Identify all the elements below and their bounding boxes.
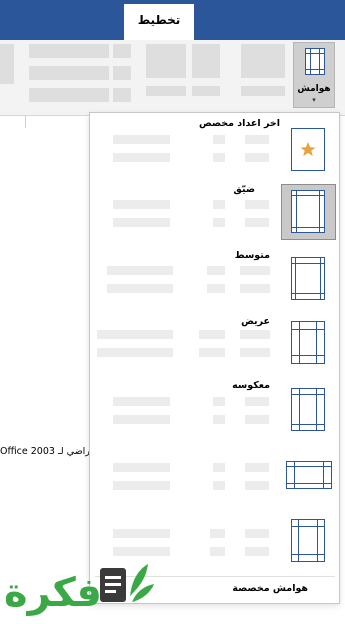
menu-item-detail xyxy=(213,200,225,209)
menu-item-detail xyxy=(245,463,269,472)
menu-item-detail xyxy=(213,153,225,162)
menu-item-detail xyxy=(240,348,270,357)
menu-item-detail xyxy=(207,266,225,275)
menu-item-detail xyxy=(97,348,173,357)
menu-item-detail xyxy=(245,415,269,424)
menu-item-detail xyxy=(113,415,170,424)
menu-item-detail xyxy=(113,463,170,472)
menu-item-detail xyxy=(245,200,269,209)
menu-item-detail xyxy=(107,266,173,275)
margins-icon xyxy=(305,48,325,75)
menu-item-detail xyxy=(113,200,170,209)
menu-item-detail xyxy=(210,529,225,538)
menu-item-detail xyxy=(240,284,270,293)
menu-item-detail xyxy=(245,397,269,406)
svg-text:فكرة: فكرة xyxy=(4,570,102,616)
menu-item-detail xyxy=(245,218,269,227)
menu-item-detail xyxy=(245,547,269,556)
ribbon-ghost-control xyxy=(113,66,131,80)
chevron-down-icon: ▾ xyxy=(312,96,316,104)
menu-item-detail xyxy=(245,153,269,162)
menu-item-detail xyxy=(107,284,173,293)
ruler-tick xyxy=(25,116,26,128)
mirrored-margins-icon xyxy=(291,388,325,431)
menu-item-detail xyxy=(213,218,225,227)
menu-item-detail xyxy=(210,547,225,556)
ribbon-ghost-control xyxy=(146,86,186,96)
menu-item-detail xyxy=(240,330,270,339)
ribbon-ghost-control xyxy=(241,44,285,78)
ribbon-ghost-control xyxy=(146,44,186,78)
menu-item-detail xyxy=(199,330,225,339)
menu-item-detail xyxy=(213,397,225,406)
ribbon-ghost-control xyxy=(192,44,220,78)
star-page-icon xyxy=(291,128,325,171)
menu-item-detail xyxy=(113,153,170,162)
ribbon-ghost-control xyxy=(29,88,109,102)
default-margins-icon xyxy=(291,519,325,562)
menu-item-detail xyxy=(113,397,170,406)
document-area xyxy=(0,116,89,620)
menu-item-detail xyxy=(245,481,269,490)
margins-button-label: هوامش xyxy=(297,84,331,94)
wide-margins-icon xyxy=(291,321,325,364)
ribbon-ghost-control xyxy=(29,66,109,80)
ribbon-ghost-control xyxy=(241,86,285,96)
menu-item-narrow-label: ضيّق xyxy=(233,184,255,195)
custom-margins-button[interactable]: هوامش مخصصة xyxy=(200,583,308,594)
menu-item-detail xyxy=(113,481,170,490)
menu-item-detail xyxy=(240,266,270,275)
ribbon-ghost-control xyxy=(0,44,14,84)
menu-item-detail xyxy=(213,135,225,144)
ribbon-ghost-control xyxy=(192,86,220,96)
menu-item-detail xyxy=(113,547,170,556)
menu-item-detail xyxy=(199,348,225,357)
menu-item-detail xyxy=(113,529,170,538)
office2003-margins-icon xyxy=(286,461,332,489)
menu-item-detail xyxy=(213,415,225,424)
tab-layout-label: تخطيط xyxy=(137,13,181,27)
menu-item-detail xyxy=(245,135,269,144)
ribbon-ghost-control xyxy=(113,88,131,102)
menu-item-detail xyxy=(213,481,225,490)
watermark-logo: فكرة xyxy=(0,556,160,620)
menu-item-detail xyxy=(207,284,225,293)
document-text: Office 2003 افتراضي لـ xyxy=(0,446,101,457)
narrow-margins-icon xyxy=(291,190,325,233)
menu-item-detail xyxy=(113,135,170,144)
ribbon-ghost-control xyxy=(113,44,131,58)
ribbon-ghost-control xyxy=(29,44,109,58)
menu-item-detail xyxy=(113,218,170,227)
moderate-margins-icon xyxy=(291,257,325,300)
menu-item-detail xyxy=(97,330,173,339)
menu-item-detail xyxy=(245,529,269,538)
menu-item-detail xyxy=(213,463,225,472)
